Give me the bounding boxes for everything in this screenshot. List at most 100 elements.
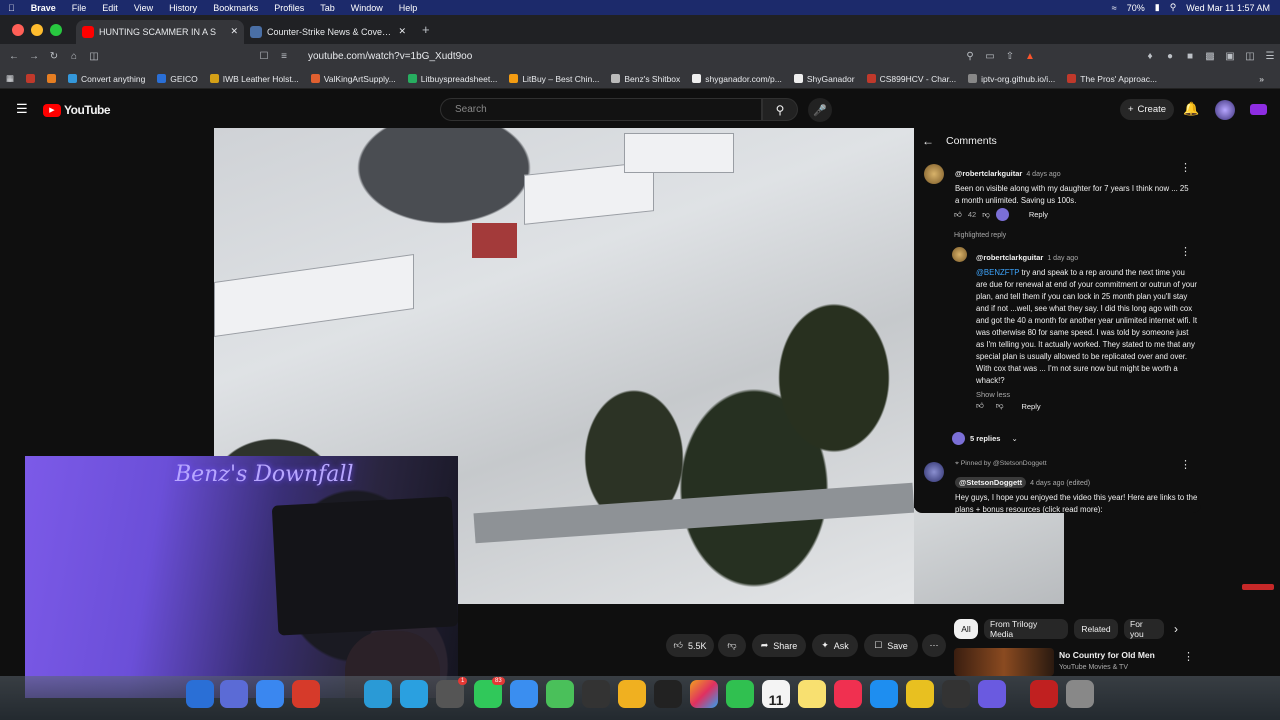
menu-app-name[interactable]: Brave	[23, 3, 64, 13]
extension-badge-icon[interactable]	[1250, 104, 1267, 115]
comment-menu-icon[interactable]: ⋮	[1180, 458, 1191, 471]
related-video-title[interactable]: No Country for Old Men	[1059, 650, 1155, 660]
bookmark-item[interactable]: The Pros' Approac...	[1061, 74, 1163, 84]
related-menu-icon[interactable]: ⋮	[1183, 650, 1194, 663]
menu-help[interactable]: Help	[391, 3, 426, 13]
app-icon[interactable]	[942, 680, 970, 708]
show-less-button[interactable]: Show less	[976, 390, 1198, 399]
home-icon[interactable]: ⌂	[64, 51, 84, 62]
share-button[interactable]: ➦ Share	[752, 634, 806, 657]
bookmark-item[interactable]: CS899HCV - Char...	[861, 74, 963, 84]
bookmark-item[interactable]: IWB Leather Holst...	[204, 74, 305, 84]
bookmark-page-icon[interactable]: ☐	[254, 51, 274, 62]
cast-icon[interactable]: ▭	[980, 51, 1000, 62]
claquette-icon[interactable]	[654, 680, 682, 708]
apps-grid-icon[interactable]: ▦	[0, 73, 20, 84]
sidebar-icon[interactable]: ◫	[1240, 51, 1260, 62]
extension-icon[interactable]: ■	[1180, 51, 1200, 62]
close-tab-icon[interactable]: ✕	[398, 26, 406, 37]
chip-from-trilogy-media[interactable]: From Trilogy Media	[984, 619, 1068, 639]
menu-icon[interactable]: ☰	[1260, 51, 1280, 62]
ask-button[interactable]: ✦ Ask	[812, 634, 858, 657]
trash-icon[interactable]	[1066, 680, 1094, 708]
related-video-channel[interactable]: YouTube Movies & TV	[1059, 664, 1128, 671]
replies-toggle[interactable]: 5 replies ⌄	[952, 432, 1018, 445]
wallet-icon[interactable]: ▣	[1220, 51, 1240, 62]
comment-menu-icon[interactable]: ⋮	[1180, 161, 1191, 174]
notifications-bell-icon[interactable]: 🔔	[1183, 101, 1199, 117]
avatar[interactable]	[952, 247, 967, 262]
brave-shields-icon[interactable]: ▲	[1020, 51, 1040, 62]
sidebar-toggle-icon[interactable]: ◫	[84, 51, 104, 62]
chip-all[interactable]: All	[954, 619, 978, 639]
chip-related[interactable]: Related	[1074, 619, 1118, 639]
battery-percent[interactable]: 70%	[1127, 3, 1145, 13]
bookmark-item[interactable]: GEICO	[151, 74, 203, 84]
bookmark-icon[interactable]	[41, 74, 62, 83]
search-button[interactable]: ⚲	[762, 98, 798, 121]
music-icon[interactable]	[834, 680, 862, 708]
new-tab-icon[interactable]: +	[422, 22, 430, 37]
reload-icon[interactable]: ↻	[44, 51, 64, 62]
chip-for-you[interactable]: For you	[1124, 619, 1164, 639]
search-input[interactable]: Search	[440, 98, 762, 121]
menu-history[interactable]: History	[161, 3, 205, 13]
tab-counter-strike[interactable]: Counter-Strike News & Coverage ✕	[244, 20, 412, 44]
safari-icon[interactable]	[256, 680, 284, 708]
menu-file[interactable]: File	[64, 3, 95, 13]
dislike-icon[interactable]: 👎︎	[996, 401, 1004, 411]
close-tab-icon[interactable]: ✕	[230, 26, 238, 37]
app-icon[interactable]	[1030, 680, 1058, 708]
facetime-icon[interactable]	[726, 680, 754, 708]
like-icon[interactable]: 👍︎	[976, 401, 984, 411]
like-button[interactable]: 👍︎ 5.5K	[666, 634, 714, 657]
extension-icon[interactable]: ♦	[1140, 51, 1160, 62]
voice-search-button[interactable]: 🎤	[808, 98, 832, 122]
account-avatar[interactable]	[1215, 100, 1235, 120]
address-bar[interactable]: youtube.com/watch?v=1bG_Xudt9oo	[308, 51, 472, 62]
more-bookmarks-icon[interactable]: »	[1253, 74, 1270, 84]
reply-button[interactable]: Reply	[1021, 402, 1040, 411]
related-video-thumbnail[interactable]	[954, 648, 1054, 676]
mention-link[interactable]: @BENZFTP	[976, 268, 1019, 277]
bookmark-item[interactable]: iptv-org.github.io/i...	[962, 74, 1061, 84]
dislike-icon[interactable]: 👎︎	[982, 210, 990, 220]
menu-edit[interactable]: Edit	[94, 3, 126, 13]
bookmark-item[interactable]: shyganador.com/p...	[686, 74, 788, 84]
menu-tab[interactable]: Tab	[312, 3, 343, 13]
back-icon[interactable]: ←	[4, 51, 24, 62]
app-icon[interactable]	[364, 680, 392, 708]
bookmark-item[interactable]: LitBuy – Best Chin...	[503, 74, 605, 84]
close-window-button[interactable]	[12, 23, 24, 36]
app-icon[interactable]	[906, 680, 934, 708]
menu-profiles[interactable]: Profiles	[266, 3, 312, 13]
comment-time[interactable]: 4 days ago (edited)	[1030, 480, 1090, 487]
photos-icon[interactable]	[690, 680, 718, 708]
create-button[interactable]: + Create	[1120, 99, 1174, 120]
finder-icon[interactable]	[186, 680, 214, 708]
comment-menu-icon[interactable]: ⋮	[1180, 245, 1191, 258]
video-player-extension[interactable]	[914, 508, 1064, 604]
extensions-puzzle-icon[interactable]: ▩	[1200, 51, 1220, 62]
launchpad-icon[interactable]	[220, 680, 248, 708]
mail-icon[interactable]	[510, 680, 538, 708]
chevron-right-icon[interactable]: ›	[1174, 622, 1178, 636]
site-info-icon[interactable]: ≡	[274, 51, 294, 62]
notes-icon[interactable]	[798, 680, 826, 708]
maps-icon[interactable]	[546, 680, 574, 708]
forward-icon[interactable]: →	[24, 51, 44, 62]
comment-time[interactable]: 4 days ago	[1026, 171, 1060, 178]
bookmark-item[interactable]: Litbuyspreadsheet...	[402, 74, 504, 84]
app-icon[interactable]	[400, 680, 428, 708]
apple-icon[interactable]: 	[0, 3, 23, 13]
calendar-icon[interactable]: 11	[762, 680, 790, 708]
reply-button[interactable]: Reply	[1029, 210, 1048, 219]
clock[interactable]: Wed Mar 11 1:57 AM	[1186, 3, 1270, 13]
youtube-logo[interactable]: ▶ YouTube	[43, 103, 111, 117]
app-store-icon[interactable]	[870, 680, 898, 708]
bookmark-item[interactable]: ShyGanador	[788, 74, 861, 84]
bookmark-item[interactable]: Convert anything	[62, 74, 151, 84]
battery-icon[interactable]: ▮	[1155, 2, 1160, 13]
wifi-icon[interactable]: ≈	[1112, 3, 1117, 13]
comment-time[interactable]: 1 day ago	[1047, 255, 1078, 262]
